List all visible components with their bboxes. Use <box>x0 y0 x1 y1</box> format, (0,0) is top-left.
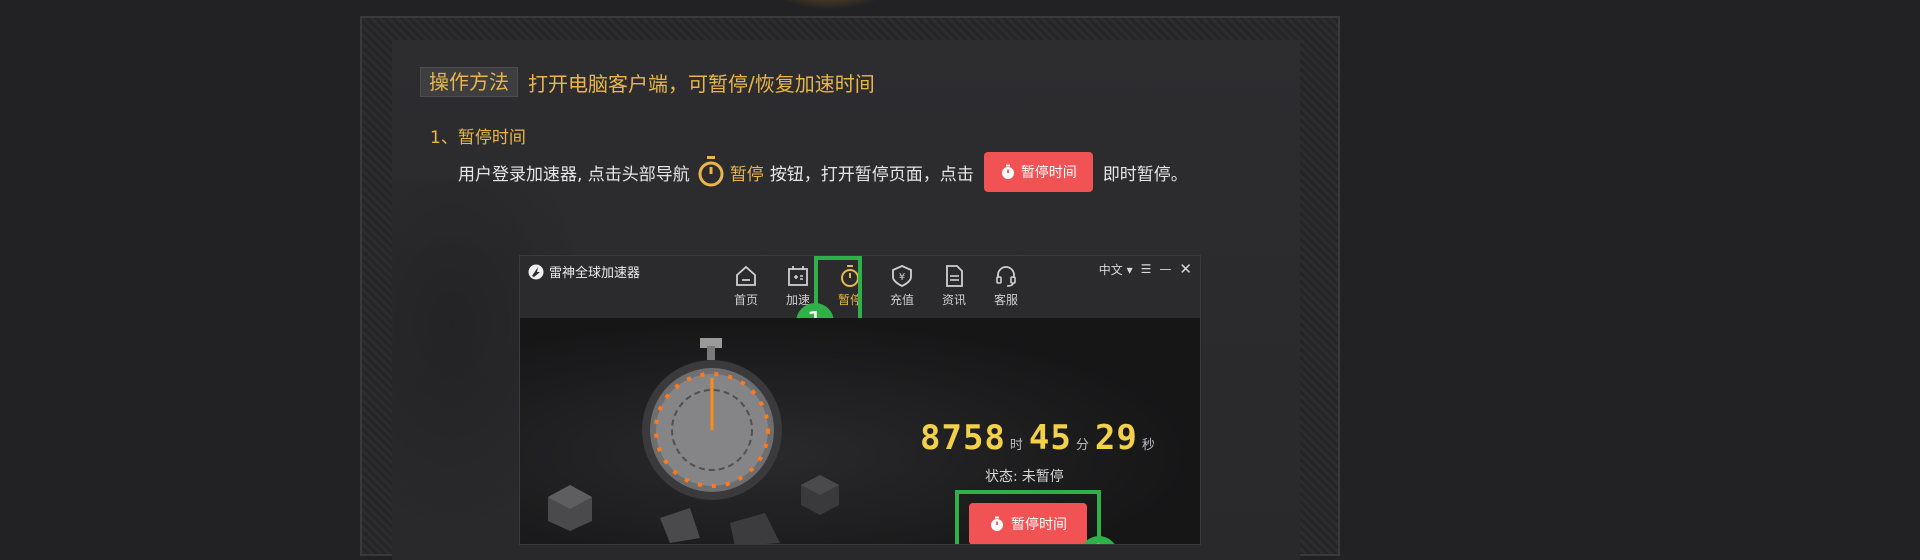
close-icon[interactable]: ✕ <box>1179 260 1192 278</box>
nav-item-support[interactable]: 客服 <box>980 264 1032 314</box>
pause-time-button-sample: 暂停时间 <box>983 152 1093 192</box>
clock-icon <box>991 516 1003 531</box>
desc-icon-label: 暂停 <box>729 164 764 185</box>
app-logo: 雷神全球加速器 <box>528 262 640 281</box>
app-title: 雷神全球加速器 <box>549 266 641 281</box>
cube-decoration <box>548 485 592 531</box>
method-tag: 操作方法 <box>420 67 518 97</box>
status-label: 状态: <box>985 469 1018 485</box>
pause-time-button[interactable]: 暂停时间 <box>969 503 1087 544</box>
timer-seconds: 29 <box>1094 418 1138 458</box>
nav-label-support: 客服 <box>993 293 1018 307</box>
cube-decoration <box>801 475 839 515</box>
app-body: 8758 时 45 分 29 秒 状态: 未暂停 暂停时间 2 <box>520 318 1200 544</box>
accelerate-icon <box>788 266 808 286</box>
nav-item-news[interactable]: 资讯 <box>928 264 980 314</box>
timer-hours-unit: 时 <box>1009 438 1023 453</box>
nav-item-home[interactable]: 首页 <box>720 264 772 314</box>
step-1-description: 用户登录加速器, 点击头部导航 暂停 按钮，打开暂停页面，点击 暂停时间 即时暂… <box>458 151 1188 193</box>
svg-text:¥: ¥ <box>899 272 905 283</box>
method-heading: 操作方法 打开电脑客户端，可暂停/恢复加速时间 <box>420 67 875 97</box>
nav-item-recharge[interactable]: ¥ 充值 <box>876 264 928 314</box>
minimize-icon[interactable]: — <box>1159 262 1171 276</box>
pause-timer: 8758 时 45 分 29 秒 <box>920 418 1161 458</box>
leishen-logo-icon <box>528 264 544 279</box>
desc-text-1: 用户登录加速器, 点击头部导航 <box>458 164 690 185</box>
pause-time-button-label: 暂停时间 <box>1011 517 1067 533</box>
nav-label-home: 首页 <box>733 293 758 307</box>
pause-time-button-sample-label: 暂停时间 <box>1020 165 1077 181</box>
app-nav: 首页 加速 暂停 ¥ 充值 资讯 客服 <box>720 264 1032 314</box>
desc-text-3: 即时暂停。 <box>1102 164 1188 185</box>
language-select[interactable]: 中文 ▾ <box>1099 261 1133 278</box>
pause-status: 状态: 未暂停 <box>985 466 1064 486</box>
desc-text-2: 按钮，打开暂停页面，点击 <box>769 164 974 185</box>
menu-icon[interactable]: ☰ <box>1141 262 1152 276</box>
timer-seconds-unit: 秒 <box>1141 438 1155 453</box>
app-screenshot: 雷神全球加速器 首页 加速 暂停 ¥ 充值 资讯 客服 中文 ▾ ☰ — ✕ 8… <box>519 255 1201 545</box>
timer-minutes: 45 <box>1028 418 1072 458</box>
method-description: 打开电脑客户端，可暂停/恢复加速时间 <box>528 71 875 96</box>
headset-icon <box>996 266 1016 287</box>
top-glow <box>760 0 900 10</box>
news-icon <box>946 265 963 287</box>
timer-minutes-unit: 分 <box>1075 438 1089 453</box>
status-value: 未暂停 <box>1021 469 1064 485</box>
home-icon <box>736 265 756 286</box>
step-1-title: 1、暂停时间 <box>430 128 526 148</box>
nav-label-news: 资讯 <box>941 293 966 307</box>
recharge-icon: ¥ <box>892 265 912 287</box>
clock-icon <box>1001 164 1014 179</box>
language-label: 中文 <box>1098 262 1123 277</box>
timer-hours: 8758 <box>920 418 1006 458</box>
stopwatch-illustration <box>642 338 782 544</box>
stopwatch-icon <box>698 156 724 187</box>
nav-label-recharge: 充值 <box>889 293 914 307</box>
window-controls: 中文 ▾ ☰ — ✕ <box>1099 260 1192 278</box>
